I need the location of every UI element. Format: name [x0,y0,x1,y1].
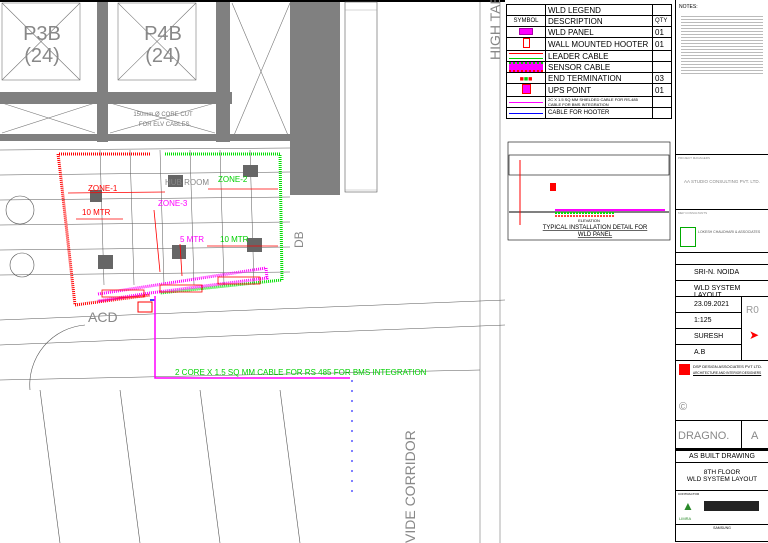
mep-label: MEP CONSULTANTS [678,211,708,215]
detail-title: TYPICAL INSTALLATION DETAIL FOR [543,225,648,231]
sensor-cable-icon [509,62,543,72]
architect-sub: ARCHITECTURE AND INTERIOR DESIGNERS [693,371,762,375]
legend-item: UPS POINT [545,83,653,97]
project-name: SRI-N. NOIDA [694,269,740,276]
architect-logo-icon [679,364,690,375]
corridor-label: VIDE CORRIDOR [402,430,418,543]
ups-point-icon [521,84,531,94]
date: 23.09.2021 [694,301,730,308]
drawing-status: AS BUILT DRAWING [689,453,755,460]
legend-title: WLD LEGEND [545,4,653,16]
legend-item: END TERMINATION [545,72,653,84]
legend-item: CABLE FOR HOOTER [545,107,653,119]
zone3-label: ZONE-3 [158,199,188,208]
shaft-number: (24) [145,45,181,67]
mep-logo-icon [680,227,696,247]
rs485-cable-icon [509,101,543,103]
mep-section: MEP CONSULTANTS LOKESH CHAUDHARI & ASSOC… [676,210,768,253]
shaft-label: P3B [23,23,61,45]
notes-label: NOTES: [679,4,698,10]
cable-note: 2 CORE X 1.5 SQ MM CABLE FOR RS 485 FOR … [175,368,427,377]
sheet-subtitle: WLD SYSTEM LAYOUT [686,476,758,483]
legend-header-qty: QTY [652,15,672,27]
limra-logo-icon: ▲ [682,499,694,513]
zone3-length: 5 MTR [180,235,204,244]
high-tab-label: HIGH TAB [487,0,503,60]
end-termination-icon: ■■■ [519,75,533,83]
legend-header-symbol: SYMBOL [506,15,546,27]
legend-qty: 01 [652,26,672,38]
legend-item: WLD PANEL [545,26,653,38]
zone1-length: 10 MTR [82,208,111,217]
client-name: SAMSUNG [713,526,731,530]
drawing-revision: A [751,430,759,442]
db-label: DB [292,231,306,248]
pm-company: AA STUDIO CONSULTING PVT. LTD. [684,179,760,184]
shaft-label: P4B [144,23,182,45]
checked-by: A.B [694,349,706,356]
project-managers-label: PROJECT MANAGERS [678,156,710,160]
hooter-cable-icon [509,112,543,114]
acd-label: ACD [88,309,118,325]
drawing-number: DRAGNO. [678,430,730,442]
legend-qty: 01 [652,37,672,51]
elevation-label: ELEVATION [578,218,600,223]
project-managers-section: PROJECT MANAGERS AA STUDIO CONSULTING PV… [676,155,768,210]
legend-item: 2C X 1.5 SQ MM SHIELDED CABLE FOR RS-485… [545,96,653,108]
shaft-number: (24) [24,45,60,67]
notes-section: NOTES: [676,0,768,155]
legend-qty: 01 [652,83,672,97]
copyright-icon: © [679,401,688,413]
title-block: NOTES: PROJECT MANAGERS AA STUDIO CONSUL… [675,0,768,542]
legend-item: LEADER CABLE [545,50,653,62]
wld-legend: WLD LEGEND SYMBOL DESCRIPTION QTY WLD PANE… [506,4,672,119]
scale: 1:125 [694,317,712,324]
hub-room-label: HUB ROOM [165,178,209,187]
wld-panel-icon [519,27,533,35]
contractor-section: CONTRACTOR ▲ LIMRA [676,491,768,525]
architect-section: DSP DESIGN ASSOCIATES PVT LTD. ARCHITECT… [676,361,768,421]
contractor-label: CONTRACTOR [678,492,700,496]
legend-header-description: DESCRIPTION [545,15,653,27]
zone1-label: ZONE-1 [88,184,118,193]
drawn-by: SURESH [694,333,724,340]
legend-item: WALL MOUNTED HOOTER [545,37,653,51]
mep-company: LOKESH CHAUDHARI & ASSOCIATES [698,230,761,234]
core-cut-note: FOR ELV CABLES. [139,122,192,128]
legend-item: SENSOR CABLE [545,61,653,73]
architect-name: DSP DESIGN ASSOCIATES PVT LTD. [693,364,763,369]
core-cut-note: 150mm Ø CORE CUT [133,112,193,118]
contractor-name: LIMRA [679,516,692,521]
detail-title: WLD PANEL [578,232,613,238]
leader-cable-icon [509,53,543,59]
zone2-length: 10 MTR [220,235,249,244]
legend-qty: 03 [652,72,672,84]
hooter-icon [522,38,530,48]
zone2-label: ZONE-2 [218,175,248,184]
sheet-title: 8TH FLOOR [703,469,741,476]
